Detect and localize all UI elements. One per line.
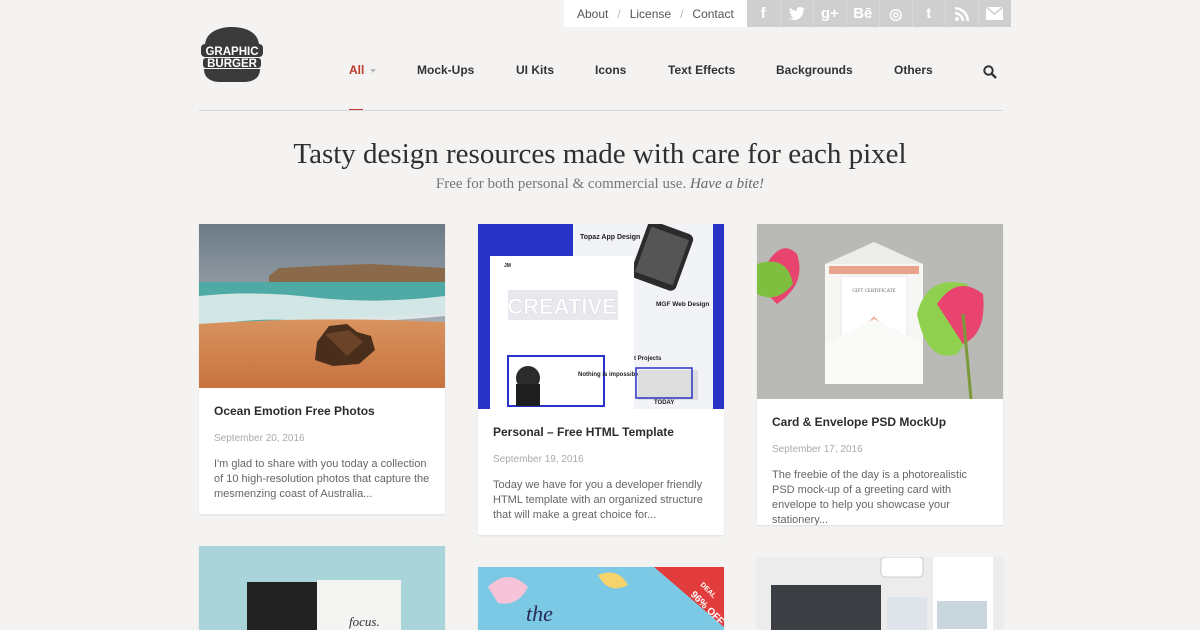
contact-link[interactable]: Contact [692, 7, 733, 21]
nav-all[interactable]: All [349, 63, 377, 77]
projects-label: t Projects [634, 356, 662, 362]
post-body: Ocean Emotion Free Photos September 20, … [199, 404, 445, 502]
caret-down-icon [370, 68, 377, 73]
post-title[interactable]: Ocean Emotion Free Photos [214, 404, 430, 418]
license-link[interactable]: License [630, 7, 671, 21]
top-links: About / License / Contact [564, 0, 747, 27]
social-links: f g+ Bē ◎ t [746, 0, 1011, 27]
separator: / [617, 6, 621, 21]
post-date: September 20, 2016 [214, 433, 305, 444]
impossible-label: Nothing is impossible [578, 372, 641, 378]
post-card-html-template[interactable]: Topaz App Design JM CREATIVE Nothing is … [478, 224, 724, 535]
top-bar: About / License / Contact f g+ Bē ◎ t [564, 0, 1011, 27]
post-thumbnail-ui-mockup[interactable] [757, 557, 1003, 630]
separator: / [680, 6, 684, 21]
post-thumbnail-deal[interactable]: the DEAL 96% OFF [478, 567, 724, 630]
creative-label: CREATIVE [507, 294, 617, 319]
tumblr-icon[interactable]: t [911, 0, 945, 27]
post-card-notebook[interactable]: focus. [199, 546, 445, 630]
post-title[interactable]: Card & Envelope PSD MockUp [772, 415, 988, 429]
focus-label: focus. [349, 614, 380, 629]
post-card-deal[interactable]: the DEAL 96% OFF [478, 567, 724, 630]
hero-title: Tasty design resources made with care fo… [293, 138, 907, 170]
nav-ui-kits[interactable]: UI Kits [516, 63, 554, 77]
post-excerpt: The freebie of the day is a photorealist… [772, 469, 968, 525]
mgf-label: MGF Web Design [656, 301, 709, 308]
nav-others[interactable]: Others [894, 63, 933, 77]
about-link[interactable]: About [577, 7, 608, 21]
nav-backgrounds[interactable]: Backgrounds [776, 63, 853, 77]
post-excerpt: I'm glad to share with you today a colle… [214, 458, 430, 500]
post-card-ui-mockup[interactable] [757, 557, 1003, 630]
logo-text-line1: GRAPHIC [205, 46, 258, 58]
dribbble-icon[interactable]: ◎ [878, 0, 912, 27]
nav-icons[interactable]: Icons [595, 63, 626, 77]
rss-icon[interactable] [944, 0, 978, 27]
search-icon[interactable] [983, 65, 997, 79]
topaz-label: Topaz App Design [580, 234, 640, 241]
nav-text-effects[interactable]: Text Effects [668, 63, 735, 77]
post-card-envelope[interactable]: GIFT CERTIFICATE Card & Envelope PSD Moc… [757, 224, 1003, 525]
gift-label: GIFT CERTIFICATE [852, 289, 895, 294]
today-label: TODAY [654, 400, 674, 406]
google-plus-icon[interactable]: g+ [812, 0, 846, 27]
behance-icon[interactable]: Bē [845, 0, 879, 27]
post-thumbnail-envelope[interactable]: GIFT CERTIFICATE [757, 224, 1003, 399]
post-date: September 19, 2016 [493, 454, 584, 465]
nav-all-label: All [349, 63, 365, 77]
main-nav: All Mock-Ups UI Kits Icons Text Effects … [0, 63, 1200, 79]
hero-subtitle-emphasis: Have a bite! [689, 176, 765, 192]
hero-subtitle: Free for both personal & commercial use.… [0, 176, 1200, 193]
post-thumbnail-html-template[interactable]: Topaz App Design JM CREATIVE Nothing is … [478, 224, 724, 409]
hero-subtitle-text: Free for both personal & commercial use. [435, 176, 687, 192]
post-body: Personal – Free HTML Template September … [478, 425, 724, 523]
post-date: September 17, 2016 [772, 444, 863, 455]
nav-mock-ups[interactable]: Mock-Ups [417, 63, 474, 77]
post-card-ocean[interactable]: Ocean Emotion Free Photos September 20, … [199, 224, 445, 514]
facebook-icon[interactable]: f [746, 0, 780, 27]
post-thumbnail-notebook[interactable]: focus. [199, 546, 445, 630]
post-title[interactable]: Personal – Free HTML Template [493, 425, 709, 439]
twitter-icon[interactable] [779, 0, 813, 27]
post-thumbnail-ocean[interactable] [199, 224, 445, 388]
the-label: the [526, 601, 553, 626]
header-divider [199, 110, 1003, 111]
post-body: Card & Envelope PSD MockUp September 17,… [757, 415, 1003, 525]
email-icon[interactable] [977, 0, 1011, 27]
jm-label: JM [504, 263, 511, 269]
post-excerpt: Today we have for you a developer friend… [493, 479, 703, 521]
